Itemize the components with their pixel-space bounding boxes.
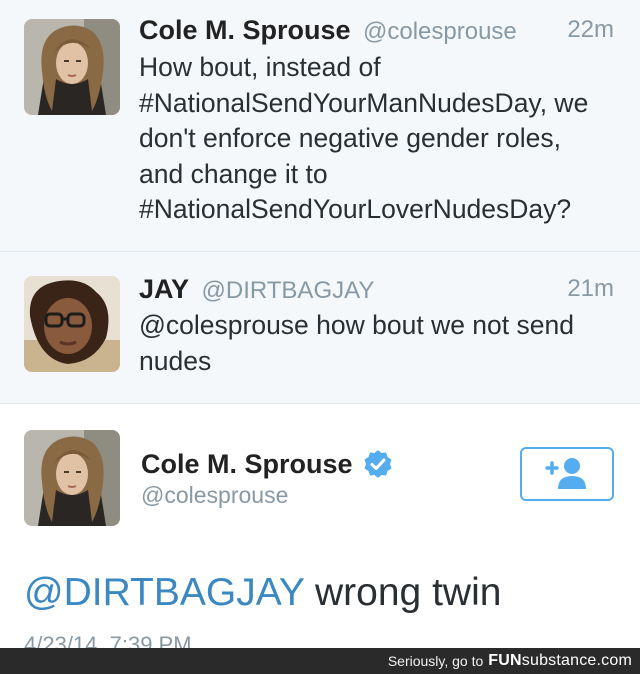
tweet-text-body: wrong twin (304, 571, 502, 614)
watermark-logo[interactable]: FUNsubstance.com (488, 652, 632, 670)
expanded-tweet: Cole M. Sprouse @colesprouse @DIRTBAGJAY… (0, 404, 640, 648)
avatar[interactable] (24, 276, 120, 372)
timestamp: 22m (567, 16, 614, 43)
timestamp: 21m (567, 275, 614, 302)
tweet-date-text: 4/23/14, 7:39 PM (24, 636, 324, 648)
tweet-header: Cole M. Sprouse @colesprouse 22m (139, 10, 614, 50)
display-name[interactable]: Cole M. Sprouse (139, 15, 351, 45)
handle[interactable]: @DIRTBAGJAY (202, 277, 375, 304)
avatar[interactable] (24, 430, 120, 526)
tweet-text: @colesprouse how bout we not send nudes (139, 310, 574, 376)
tweet-item[interactable]: JAY @DIRTBAGJAY 21m @colesprouse how bou… (0, 252, 640, 404)
handle[interactable]: @colesprouse (363, 18, 517, 45)
display-name[interactable]: Cole M. Sprouse (141, 449, 353, 480)
tweet-text: @DIRTBAGJAY wrong twin (24, 568, 501, 618)
tweet-item[interactable]: Cole M. Sprouse @colesprouse 22m How bou… (0, 0, 640, 252)
watermark-logo-bold: FUN (488, 652, 522, 669)
display-name[interactable]: JAY (139, 274, 189, 304)
add-user-icon (543, 455, 591, 494)
handle[interactable]: @colesprouse (141, 479, 288, 511)
tweet-header: JAY @DIRTBAGJAY 21m (139, 269, 614, 309)
tweet-date: 4/23/14, 7:39 PM (24, 636, 324, 648)
verified-badge-icon (363, 449, 393, 479)
watermark-logo-rest: substance.com (521, 652, 632, 669)
avatar[interactable] (24, 19, 120, 115)
name-row: Cole M. Sprouse (141, 444, 393, 484)
follow-button[interactable] (520, 447, 614, 501)
watermark-text: Seriously, go to (387, 653, 484, 669)
watermark-bar: Seriously, go to FUNsubstance.com (0, 648, 640, 674)
mention-link[interactable]: @DIRTBAGJAY (24, 571, 304, 614)
tweet-text: How bout, instead of #NationalSendYourMa… (139, 52, 589, 224)
